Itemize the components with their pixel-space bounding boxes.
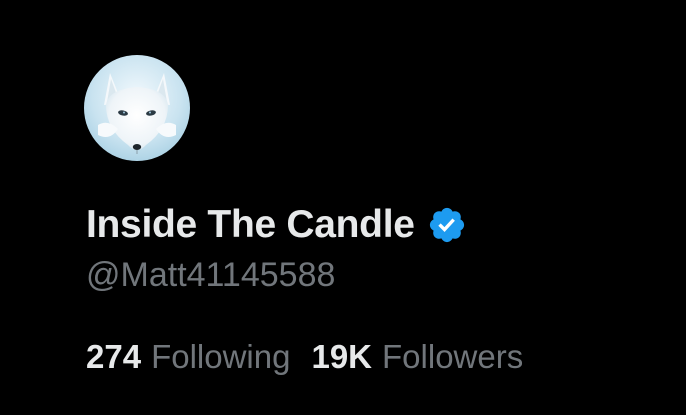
verified-badge-icon[interactable] [427,205,467,245]
following-count: 274 [86,338,142,375]
user-handle: @Matt41145588 [86,256,336,294]
name-row: Inside The Candle [86,199,467,251]
avatar[interactable] [84,55,190,161]
followers-link[interactable]: 19K Followers [311,334,523,380]
followers-label: Followers [382,338,524,375]
white-fox-avatar-icon [84,55,190,161]
display-name: Inside The Candle [86,203,415,246]
profile-header: Inside The Candle @Matt41145588 274 Foll… [0,0,686,415]
followers-count: 19K [311,338,373,375]
following-link[interactable]: 274 Following [86,334,290,380]
follow-stats: 274 Following 19K Followers [86,334,523,380]
following-label: Following [151,338,291,375]
